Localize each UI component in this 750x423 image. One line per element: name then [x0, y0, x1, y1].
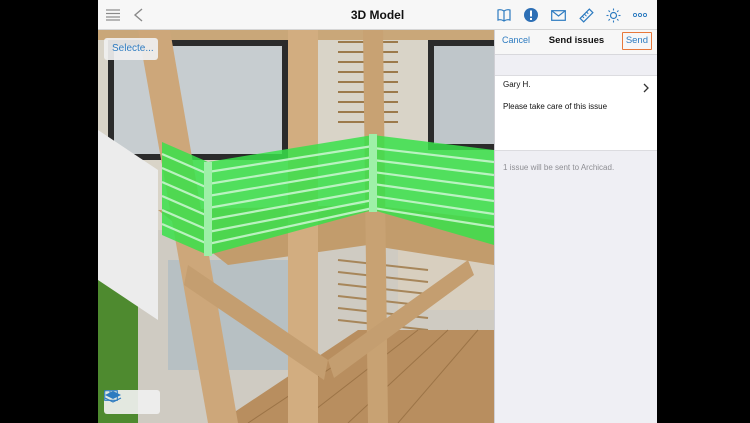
selection-chip[interactable]: Selecte... — [104, 38, 158, 60]
book-icon[interactable] — [495, 6, 513, 24]
more-icon[interactable] — [631, 6, 649, 24]
send-issues-panel: Cancel Send issues Send Gary H. Please t… — [494, 30, 657, 423]
assignee-row[interactable]: Gary H. — [495, 75, 657, 97]
building-render — [98, 30, 494, 423]
ruler-icon[interactable] — [577, 6, 595, 24]
comment-field[interactable]: Please take care of this issue — [495, 96, 657, 151]
mail-icon[interactable] — [549, 6, 567, 24]
assignee-name: Gary H. — [503, 80, 531, 89]
model-viewport[interactable]: Selecte... — [98, 30, 494, 423]
panel-header: Cancel Send issues Send — [495, 30, 657, 55]
3d-view-icon[interactable] — [104, 391, 153, 410]
view-tools — [104, 390, 160, 414]
send-button[interactable]: Send — [621, 32, 652, 50]
app-frame: 3D Model Selecte... Cancel Send issues S… — [98, 0, 657, 423]
issues-badge-icon[interactable] — [522, 6, 540, 24]
chevron-right-icon — [641, 80, 651, 93]
send-info-text: 1 issue will be sent to Archicad. — [503, 163, 615, 172]
comment-text: Please take care of this issue — [503, 102, 608, 111]
top-toolbar: 3D Model — [98, 0, 657, 30]
page-title: 3D Model — [350, 8, 405, 22]
sun-icon[interactable] — [604, 6, 622, 24]
